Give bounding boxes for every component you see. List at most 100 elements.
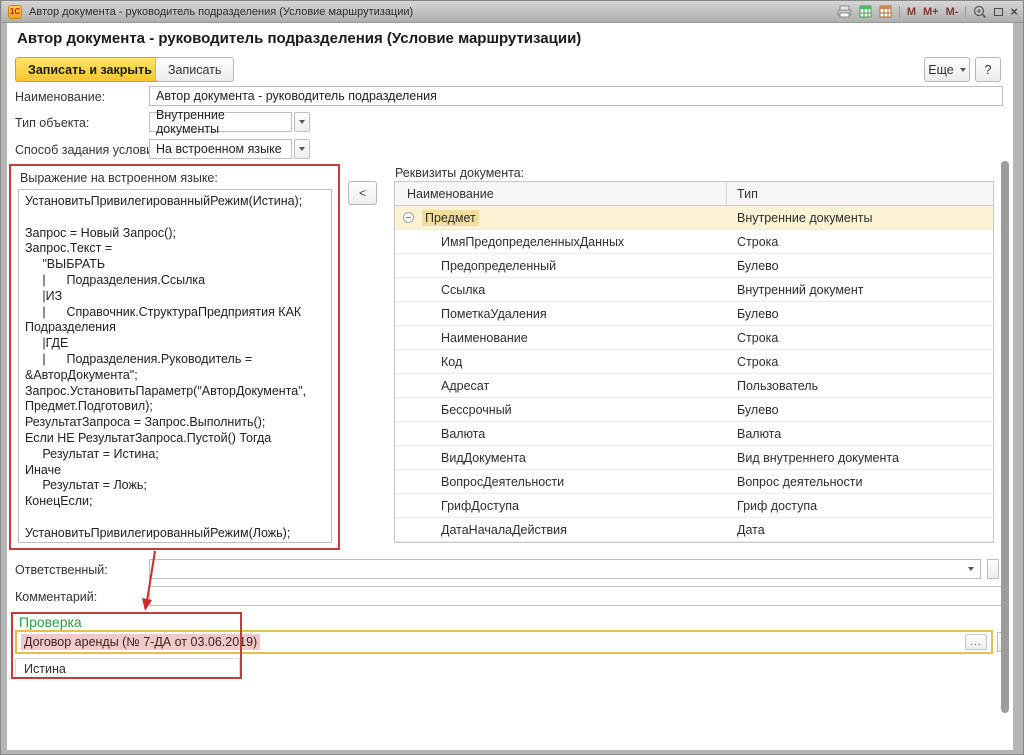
responsible-open-button-partial[interactable]	[987, 559, 999, 579]
attribute-name: ВопросДеятельности	[441, 475, 564, 489]
expression-label: Выражение на встроенном языке:	[20, 171, 218, 185]
attribute-name: Валюта	[441, 427, 485, 441]
help-button[interactable]: ?	[975, 57, 1001, 82]
attributes-table-header: Наименование Тип	[395, 182, 993, 206]
attribute-type: Пользователь	[727, 374, 993, 397]
condition-method-label: Способ задания условия:	[15, 143, 163, 157]
attribute-name: Код	[441, 355, 462, 369]
attribute-type: Булево	[727, 254, 993, 277]
attribute-name: ГрифДоступа	[441, 499, 519, 513]
attribute-name: ВидДокумента	[441, 451, 526, 465]
ellipsis-button[interactable]: ...	[965, 634, 987, 650]
name-label: Наименование:	[15, 90, 105, 104]
attribute-type: Внутренний документ	[727, 278, 993, 301]
expression-annotation-box: Выражение на встроенном языке: Установит…	[9, 164, 340, 550]
object-type-dropdown-button[interactable]	[294, 112, 310, 132]
chevron-down-icon[interactable]	[968, 567, 974, 571]
attribute-name: Ссылка	[441, 283, 485, 297]
table-row[interactable]: Валюта Валюта	[395, 422, 993, 446]
window-title: Автор документа - руководитель подраздел…	[29, 6, 837, 18]
zoom-icon[interactable]	[973, 5, 987, 19]
font-scale-decrease-button[interactable]: M-	[946, 6, 959, 18]
table-row[interactable]: ДатаНачалаДействия Дата	[395, 518, 993, 542]
check-section-title: Проверка	[19, 614, 82, 630]
font-scale-increase-button[interactable]: M+	[923, 6, 939, 18]
column-header-type[interactable]: Тип	[727, 182, 993, 205]
condition-method-dropdown-button[interactable]	[294, 139, 310, 159]
table-row[interactable]: Предопределенный Булево	[395, 254, 993, 278]
table-row[interactable]: ПометкаУдаления Булево	[395, 302, 993, 326]
1c-app-icon: 1С	[8, 5, 22, 19]
app-window: 1С Автор документа - руководитель подраз…	[0, 0, 1024, 755]
collapse-icon[interactable]	[403, 212, 414, 223]
chevron-down-icon	[299, 147, 305, 151]
attribute-name: Бессрочный	[441, 403, 512, 417]
table-row[interactable]: Наименование Строка	[395, 326, 993, 350]
font-scale-normal-button[interactable]: M	[907, 6, 916, 18]
attributes-label: Реквизиты документа:	[395, 166, 524, 180]
attribute-type: Вид внутреннего документа	[727, 446, 993, 469]
titlebar-separator	[899, 6, 900, 18]
attribute-name: Адресат	[441, 379, 489, 393]
save-and-close-button[interactable]: Записать и закрыть	[15, 57, 165, 82]
titlebar-separator	[965, 6, 966, 18]
responsible-label: Ответственный:	[15, 563, 108, 577]
form-content: Автор документа - руководитель подраздел…	[7, 23, 1013, 750]
check-result: Истина	[15, 658, 240, 679]
column-header-name[interactable]: Наименование	[395, 182, 727, 205]
attribute-type: Вопрос деятельности	[727, 470, 993, 493]
expression-editor[interactable]: УстановитьПривилегированныйРежим(Истина)…	[18, 189, 332, 543]
more-button[interactable]: Еще	[924, 57, 970, 82]
attribute-name: ИмяПредопределенныхДанных	[441, 235, 624, 249]
attribute-type: Дата	[727, 518, 993, 541]
check-document-field[interactable]: Договор аренды (№ 7-ДА от 03.06.2019) ..…	[15, 630, 993, 654]
attribute-name: ПометкаУдаления	[441, 307, 547, 321]
attribute-name: Предопределенный	[441, 259, 556, 273]
attributes-table-rows: Предмет Внутренние документы ИмяПредопре…	[395, 206, 993, 542]
table-row[interactable]: Предмет Внутренние документы	[395, 206, 993, 230]
table-row[interactable]: Код Строка	[395, 350, 993, 374]
attribute-type: Булево	[727, 398, 993, 421]
comment-label: Комментарий:	[15, 590, 97, 604]
chevron-down-icon	[960, 68, 966, 72]
expression-code[interactable]: УстановитьПривилегированныйРежим(Истина)…	[19, 190, 331, 543]
table-row[interactable]: Ссылка Внутренний документ	[395, 278, 993, 302]
spreadsheet-green-icon[interactable]	[859, 5, 872, 18]
chevron-down-icon	[299, 120, 305, 124]
responsible-combo[interactable]	[149, 559, 981, 579]
close-icon[interactable]: ×	[1010, 7, 1018, 17]
object-type-label: Тип объекта:	[15, 116, 89, 130]
title-bar: 1С Автор документа - руководитель подраз…	[2, 1, 1024, 23]
attribute-name: Предмет	[422, 210, 479, 226]
attribute-type: Гриф доступа	[727, 494, 993, 517]
table-row[interactable]: Бессрочный Булево	[395, 398, 993, 422]
vertical-scrollbar[interactable]	[1001, 161, 1009, 713]
attribute-type: Булево	[727, 302, 993, 325]
print-icon[interactable]	[837, 5, 852, 18]
attribute-type: Внутренние документы	[727, 206, 993, 229]
maximize-icon[interactable]	[994, 8, 1003, 16]
more-button-label: Еще	[928, 63, 953, 77]
attribute-type: Валюта	[727, 422, 993, 445]
attribute-type: Строка	[727, 326, 993, 349]
object-type-combo[interactable]: Внутренние документы	[149, 112, 292, 132]
attribute-type: Строка	[727, 230, 993, 253]
comment-input[interactable]	[149, 586, 1003, 606]
attribute-name: ДатаНачалаДействия	[441, 523, 567, 537]
table-row[interactable]: ВопросДеятельности Вопрос деятельности	[395, 470, 993, 494]
attribute-type: Строка	[727, 350, 993, 373]
condition-method-combo[interactable]: На встроенном языке	[149, 139, 292, 159]
annotation-arrow	[137, 549, 167, 613]
save-button[interactable]: Записать	[155, 57, 234, 82]
table-row[interactable]: Адресат Пользователь	[395, 374, 993, 398]
attributes-table: Наименование Тип Предмет Внутренние доку…	[394, 181, 994, 543]
table-row[interactable]: ГрифДоступа Гриф доступа	[395, 494, 993, 518]
attribute-name: Наименование	[441, 331, 528, 345]
page-title: Автор документа - руководитель подраздел…	[17, 30, 581, 47]
table-row[interactable]: ИмяПредопределенныхДанных Строка	[395, 230, 993, 254]
spreadsheet-orange-icon[interactable]	[879, 5, 892, 18]
table-row[interactable]: ВидДокумента Вид внутреннего документа	[395, 446, 993, 470]
name-input[interactable]	[149, 86, 1003, 106]
insert-attribute-button[interactable]: <	[348, 181, 377, 205]
check-document-value: Договор аренды (№ 7-ДА от 03.06.2019)	[21, 634, 260, 650]
